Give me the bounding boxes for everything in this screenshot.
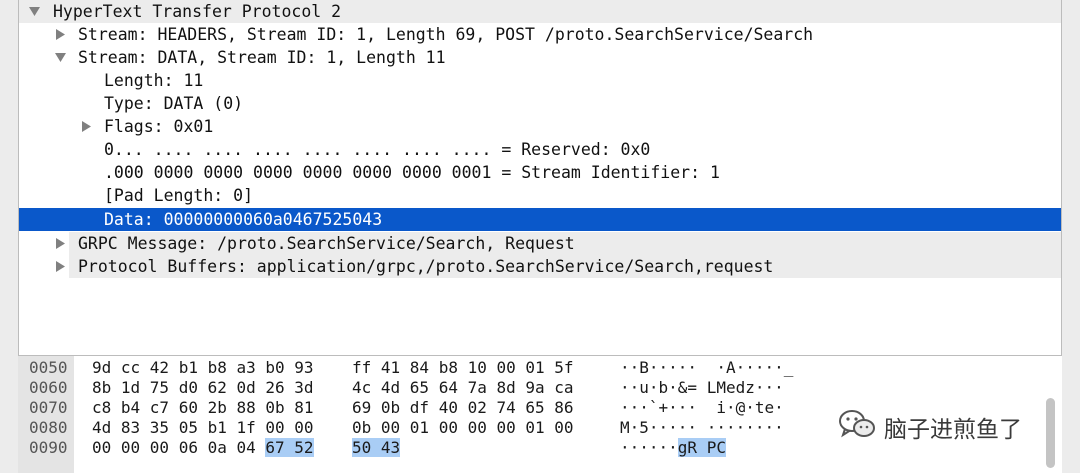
byte-offset: 0080: [29, 418, 68, 437]
tree-row-label: Type: DATA (0): [104, 94, 244, 113]
disclosure-collapsed-icon[interactable]: [53, 23, 67, 46]
disclosure-expanded-icon[interactable]: [53, 46, 67, 69]
tree-row-type[interactable]: Type: DATA (0): [19, 92, 1061, 115]
tree-row-label: Data: 00000000060a0467525043: [104, 210, 383, 229]
tree-row-stream-headers[interactable]: Stream: HEADERS, Stream ID: 1, Length 69…: [19, 23, 1061, 46]
watermark: 脑子进煎鱼了: [838, 410, 1022, 444]
watermark-text: 脑子进煎鱼了: [884, 417, 1022, 443]
tree-row-label: Flags: 0x01: [104, 117, 214, 136]
wechat-icon: [838, 408, 876, 446]
hex-bytes-highlighted[interactable]: 50 43: [352, 438, 401, 457]
bytes-row[interactable]: 0050 9d cc 42 b1 b8 a3 b0 93 ff 41 84 b8…: [18, 358, 1062, 378]
tree-row-protocol-buffers[interactable]: Protocol Buffers: application/grpc,/prot…: [55, 255, 1061, 278]
byte-offset: 0090: [29, 438, 68, 457]
hex-bytes[interactable]: 8b 1d 75 d0 62 0d 26 3d: [92, 378, 314, 398]
bytes-scrollbar-thumb[interactable]: [1046, 398, 1055, 468]
tree-row-reserved[interactable]: 0... .... .... .... .... .... .... .... …: [19, 138, 1061, 161]
byte-offset: 0070: [29, 398, 68, 417]
hex-bytes[interactable]: 0b 00 01 00 00 00 01 00: [352, 418, 574, 438]
bytes-row[interactable]: 0060 8b 1d 75 d0 62 0d 26 3d 4c 4d 65 64…: [18, 378, 1062, 398]
ascii-bytes[interactable]: ···`+··· i·@·te·: [620, 398, 784, 418]
hex-bytes[interactable]: 69 0b df 40 02 74 65 86: [352, 398, 574, 418]
ascii-bytes-highlighted[interactable]: gR PC: [677, 438, 726, 457]
disclosure-collapsed-icon[interactable]: [53, 255, 67, 278]
hex-bytes[interactable]: ff 41 84 b8 10 00 01 5f: [352, 358, 574, 378]
hex-bytes[interactable]: 9d cc 42 b1 b8 a3 b0 93: [92, 358, 314, 378]
tree-row-http2[interactable]: HyperText Transfer Protocol 2: [19, 0, 1061, 23]
disclosure-collapsed-icon[interactable]: [79, 115, 93, 138]
packet-details-pane[interactable]: HyperText Transfer Protocol 2 Stream: HE…: [18, 0, 1062, 356]
hex-bytes[interactable]: 4c 4d 65 64 7a 8d 9a ca: [352, 378, 574, 398]
hex-bytes[interactable]: 4d 83 35 05 b1 1f 00 00: [92, 418, 314, 438]
tree-row-flags[interactable]: Flags: 0x01: [19, 115, 1061, 138]
disclosure-expanded-icon[interactable]: [27, 0, 41, 23]
tree-row-grpc-message[interactable]: GRPC Message: /proto.SearchService/Searc…: [55, 232, 1061, 255]
tree-row-label: Stream: HEADERS, Stream ID: 1, Length 69…: [78, 25, 814, 44]
ascii-bytes[interactable]: ··u·b·&= LMedz···: [620, 378, 784, 398]
tree-row-pad-length[interactable]: [Pad Length: 0]: [19, 184, 1061, 207]
ascii-bytes[interactable]: ······gR PC: [620, 438, 726, 458]
tree-row-label: [Pad Length: 0]: [104, 186, 254, 205]
tree-row-length[interactable]: Length: 11: [19, 69, 1061, 92]
tree-row-data-selected[interactable]: Data: 00000000060a0467525043: [19, 208, 1061, 231]
tree-row-stream-identifier[interactable]: .000 0000 0000 0000 0000 0000 0000 0001 …: [19, 161, 1061, 184]
ascii-bytes-plain: ······: [620, 438, 678, 457]
disclosure-collapsed-icon[interactable]: [53, 232, 67, 255]
byte-offset: 0050: [29, 358, 68, 377]
tree-row-label: Stream: DATA, Stream ID: 1, Length 11: [78, 48, 446, 67]
hex-bytes[interactable]: c8 b4 c7 60 2b 88 0b 81: [92, 398, 314, 418]
tree-row-label: HyperText Transfer Protocol 2: [53, 2, 342, 21]
hex-bytes[interactable]: 50 43: [352, 438, 401, 458]
tree-row-label: Protocol Buffers: application/grpc,/prot…: [78, 257, 774, 276]
ascii-bytes[interactable]: ··B····· ·A·····_: [620, 358, 793, 378]
ascii-bytes[interactable]: M·5····· ········: [620, 418, 784, 438]
tree-row-label: 0... .... .... .... .... .... .... .... …: [104, 140, 651, 159]
tree-row-label: GRPC Message: /proto.SearchService/Searc…: [78, 234, 575, 253]
tree-row-label: Length: 11: [104, 71, 204, 90]
hex-bytes-plain: 00 00 00 06 0a 04: [92, 438, 266, 457]
hex-bytes[interactable]: 00 00 00 06 0a 04 67 52: [92, 438, 314, 458]
tree-row-label: .000 0000 0000 0000 0000 0000 0000 0001 …: [104, 163, 720, 182]
tree-row-stream-data[interactable]: Stream: DATA, Stream ID: 1, Length 11: [19, 46, 1061, 69]
hex-bytes-highlighted[interactable]: 67 52: [265, 438, 314, 457]
byte-offset: 0060: [29, 378, 68, 397]
